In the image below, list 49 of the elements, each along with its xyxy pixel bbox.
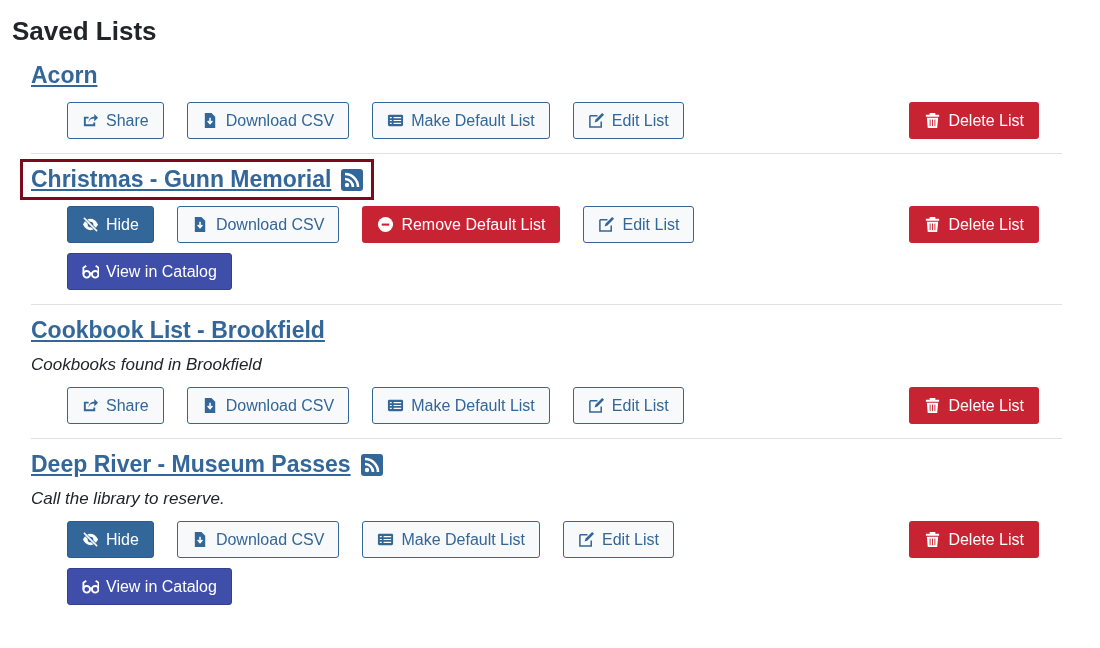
rss-icon[interactable] xyxy=(341,168,364,191)
minus-circle-icon xyxy=(377,216,395,233)
hide-button[interactable]: Hide xyxy=(67,521,154,558)
list-description: Cookbooks found in Brookfield xyxy=(31,355,263,375)
hide-button[interactable]: Hide xyxy=(67,206,154,243)
edit-icon xyxy=(587,112,605,129)
share-button[interactable]: Share xyxy=(67,387,164,424)
view-in-catalog-button[interactable]: View in Catalog xyxy=(67,253,232,290)
view-in-catalog-button[interactable]: View in Catalog xyxy=(67,568,232,605)
trash-icon xyxy=(924,112,942,129)
make-default-button[interactable]: Make Default List xyxy=(362,521,540,558)
glasses-icon xyxy=(82,263,99,280)
eye-slash-icon xyxy=(82,531,99,548)
download-csv-button[interactable]: Download CSV xyxy=(176,521,340,558)
edit-icon xyxy=(598,216,616,233)
delete-list-button[interactable]: Delete List xyxy=(909,206,1039,243)
list-description: Call the library to reserve. xyxy=(31,489,226,509)
edit-icon xyxy=(587,397,605,414)
trash-icon xyxy=(924,531,942,548)
delete-list-button[interactable]: Delete List xyxy=(909,387,1039,424)
share-icon xyxy=(82,112,99,129)
make-default-button[interactable]: Make Default List xyxy=(372,387,550,424)
list-icon xyxy=(387,112,405,129)
list-title-link[interactable]: Acorn xyxy=(31,62,98,89)
list-title-link[interactable]: Cookbook List - Brookfield xyxy=(31,317,325,344)
download-csv-button[interactable]: Download CSV xyxy=(186,102,350,139)
rss-icon[interactable] xyxy=(360,453,383,476)
glasses-icon xyxy=(82,578,99,595)
edit-icon xyxy=(578,531,595,548)
eye-slash-icon xyxy=(82,216,99,233)
list-icon xyxy=(387,397,405,414)
delete-list-button[interactable]: Delete List xyxy=(909,521,1039,558)
make-default-button[interactable]: Make Default List xyxy=(372,102,550,139)
trash-icon xyxy=(924,216,942,233)
list-icon xyxy=(377,531,395,548)
download-csv-button[interactable]: Download CSV xyxy=(186,387,350,424)
share-button[interactable]: Share xyxy=(67,102,164,139)
list-title-link[interactable]: Christmas - Gunn Memorial xyxy=(31,166,332,193)
edit-list-button[interactable]: Edit List xyxy=(572,102,684,139)
page-heading: Saved Lists xyxy=(11,15,158,48)
share-icon xyxy=(82,397,99,414)
list-title-link[interactable]: Deep River - Museum Passes xyxy=(31,451,351,478)
remove-default-button[interactable]: Remove Default List xyxy=(362,206,561,243)
trash-icon xyxy=(924,397,942,414)
delete-list-button[interactable]: Delete List xyxy=(909,102,1039,139)
edit-list-button[interactable]: Edit List xyxy=(563,521,674,558)
edit-list-button[interactable]: Edit List xyxy=(583,206,695,243)
download-csv-button[interactable]: Download CSV xyxy=(176,206,340,243)
edit-list-button[interactable]: Edit List xyxy=(572,387,684,424)
